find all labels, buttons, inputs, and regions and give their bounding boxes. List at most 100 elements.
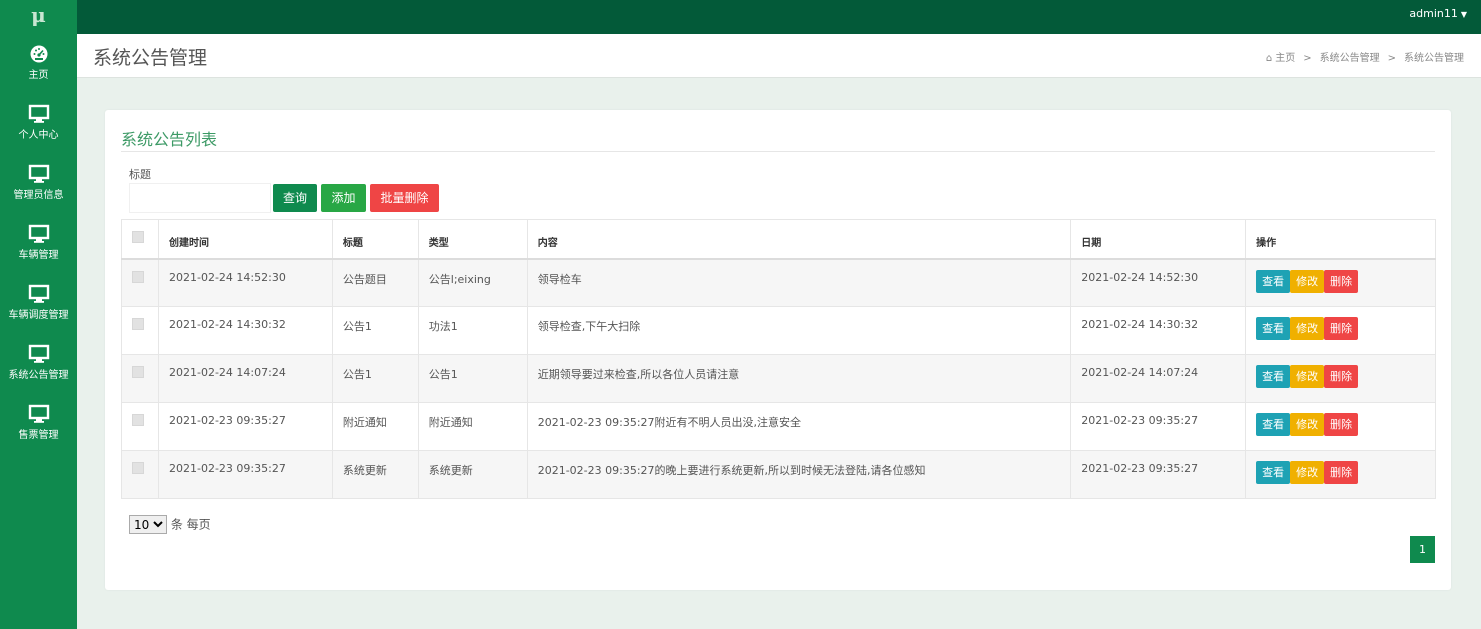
row-checkbox[interactable] (132, 366, 144, 378)
breadcrumb-separator: > (1303, 53, 1312, 64)
title-cell: 公告1 (331, 354, 419, 403)
column-header: 标题 (331, 219, 419, 260)
row-checkbox[interactable] (132, 462, 144, 474)
created-time-cell: 2021-02-23 09:35:27 (157, 402, 333, 451)
table-row: 2021-02-23 09:35:27 系统更新 系统更新 2021-02-23… (121, 450, 1436, 499)
add-button[interactable]: 添加 (321, 184, 366, 212)
row-select-cell (121, 402, 159, 451)
sidebar-item-admin-info[interactable]: 管理员信息 (0, 154, 77, 214)
breadcrumb-current: 系统公告管理 (1404, 53, 1464, 64)
top-navbar: μ admin11 ▼ (0, 0, 1481, 34)
title-cell: 系统更新 (331, 450, 419, 499)
sidebar-item-label: 售票管理 (18, 430, 59, 441)
page-header: 系统公告管理 ⌂ 主页 > 系统公告管理 > 系统公告管理 (77, 34, 1481, 78)
created-time-cell: 2021-02-24 14:52:30 (157, 258, 333, 307)
delete-button[interactable]: 删除 (1324, 269, 1359, 293)
date-cell: 2021-02-24 14:52:30 (1070, 258, 1247, 307)
row-checkbox[interactable] (132, 318, 144, 330)
content-cell: 领导检查,下午大扫除 (526, 306, 1072, 355)
column-header: 类型 (417, 219, 528, 260)
sidebar-item-label: 车辆管理 (18, 250, 59, 261)
created-time-cell: 2021-02-24 14:07:24 (157, 354, 333, 403)
user-name: admin11 (1409, 7, 1458, 20)
date-cell: 2021-02-23 09:35:27 (1070, 450, 1247, 499)
breadcrumb: ⌂ 主页 > 系统公告管理 > 系统公告管理 (1266, 49, 1464, 64)
dashboard-icon (0, 34, 77, 70)
actions-cell: 查看 修改 删除 (1245, 306, 1436, 355)
card-title: 系统公告列表 (121, 130, 218, 149)
row-checkbox[interactable] (132, 414, 144, 426)
column-header: 日期 (1070, 219, 1247, 260)
user-dropdown[interactable]: admin11 ▼ (1409, 0, 1467, 34)
table-row: 2021-02-24 14:07:24 公告1 公告1 近期领导要过来检查,所以… (121, 354, 1436, 403)
table-row: 2021-02-24 14:30:32 公告1 功法1 领导检查,下午大扫除 2… (121, 306, 1436, 355)
monitor-icon (0, 214, 77, 250)
sidebar-item-dispatch[interactable]: 车辆调度管理 (0, 274, 77, 334)
content-cell: 2021-02-23 09:35:27的晚上要进行系统更新,所以到时候无法登陆,… (526, 450, 1072, 499)
view-button[interactable]: 查看 (1256, 317, 1291, 340)
edit-button[interactable]: 修改 (1290, 317, 1325, 340)
type-cell: 公告1 (417, 354, 528, 403)
monitor-icon (0, 274, 77, 310)
created-time-cell: 2021-02-24 14:30:32 (157, 306, 333, 355)
pagination-page-button[interactable]: 1 (1410, 536, 1435, 563)
edit-button[interactable]: 修改 (1290, 461, 1325, 484)
sidebar-item-label: 管理员信息 (13, 190, 64, 201)
query-button[interactable]: 查询 (273, 184, 317, 212)
monitor-icon (0, 154, 77, 190)
sidebar-item-profile[interactable]: 个人中心 (0, 94, 77, 154)
announcement-table: 创建时间 标题 类型 内容 日期 操作 2021-02-24 14:52:30 … (121, 219, 1436, 499)
view-button[interactable]: 查看 (1256, 269, 1291, 293)
sidebar-item-vehicles[interactable]: 车辆管理 (0, 214, 77, 274)
sidebar-item-tickets[interactable]: 售票管理 (0, 394, 77, 454)
sidebar-item-label: 车辆调度管理 (8, 310, 69, 321)
search-label: 标题 (129, 168, 151, 181)
page-size-suffix: 条 每页 (170, 517, 211, 532)
sidebar-item-label: 主页 (28, 70, 49, 81)
edit-button[interactable]: 修改 (1290, 413, 1325, 436)
row-select-cell (121, 354, 159, 403)
column-header: 内容 (526, 219, 1072, 260)
home-icon: ⌂ (1265, 53, 1273, 64)
delete-button[interactable]: 删除 (1324, 365, 1359, 388)
announcement-list-card: 系统公告列表 标题 查询 添加 批量删除 创建时间 标题 类型 内容 日期 操作… (105, 110, 1451, 590)
batch-delete-button[interactable]: 批量删除 (370, 184, 439, 212)
sidebar-item-announcements[interactable]: 系统公告管理 (0, 334, 77, 394)
created-time-cell: 2021-02-23 09:35:27 (157, 450, 333, 499)
date-cell: 2021-02-23 09:35:27 (1070, 402, 1247, 451)
sidebar-item-home[interactable]: 主页 (0, 34, 77, 94)
sidebar-item-label: 个人中心 (18, 130, 59, 141)
delete-button[interactable]: 删除 (1324, 413, 1359, 436)
view-button[interactable]: 查看 (1256, 365, 1291, 388)
actions-cell: 查看 修改 删除 (1245, 354, 1436, 403)
page-size-select[interactable]: 10 (129, 515, 167, 534)
type-cell: 系统更新 (417, 450, 528, 499)
delete-button[interactable]: 删除 (1324, 317, 1359, 340)
monitor-icon (0, 94, 77, 130)
view-button[interactable]: 查看 (1256, 413, 1291, 436)
edit-button[interactable]: 修改 (1290, 365, 1325, 388)
delete-button[interactable]: 删除 (1324, 461, 1359, 484)
brand-logo[interactable]: μ (0, 0, 77, 34)
actions-cell: 查看 修改 删除 (1245, 258, 1436, 307)
sidebar: 主页 个人中心 管理员信息 车辆管理 车辆调度管理 系统公告管理 售票管理 (0, 34, 77, 629)
date-cell: 2021-02-24 14:07:24 (1070, 354, 1247, 403)
title-search-input[interactable] (129, 183, 271, 213)
table-row: 2021-02-24 14:52:30 公告题目 公告l;eixing 领导检车… (121, 258, 1436, 307)
row-checkbox[interactable] (132, 270, 144, 283)
view-button[interactable]: 查看 (1256, 461, 1291, 484)
content-cell: 2021-02-23 09:35:27附近有不明人员出没,注意安全 (526, 402, 1072, 451)
breadcrumb-home[interactable]: 主页 (1275, 53, 1295, 64)
select-all-checkbox[interactable] (132, 231, 144, 243)
breadcrumb-item[interactable]: 系统公告管理 (1320, 53, 1380, 64)
edit-button[interactable]: 修改 (1290, 269, 1325, 293)
monitor-icon (0, 334, 77, 370)
actions-cell: 查看 修改 删除 (1245, 402, 1436, 451)
table-row: 2021-02-23 09:35:27 附近通知 附近通知 2021-02-23… (121, 402, 1436, 451)
row-select-cell (121, 258, 159, 307)
date-cell: 2021-02-24 14:30:32 (1070, 306, 1247, 355)
divider (121, 151, 1435, 152)
title-cell: 公告1 (331, 306, 419, 355)
content-cell: 近期领导要过来检查,所以各位人员请注意 (526, 354, 1072, 403)
column-header: 创建时间 (157, 219, 333, 260)
